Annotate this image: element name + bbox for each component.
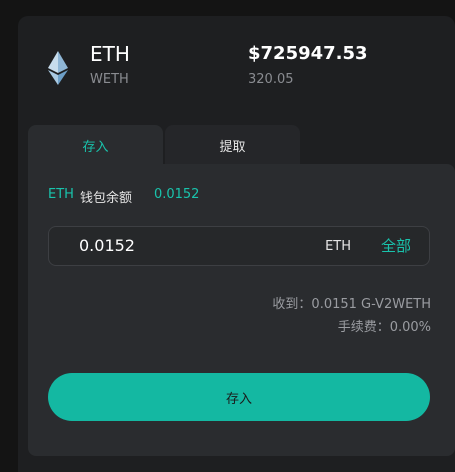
amount-value[interactable]: 0.0152 xyxy=(79,236,135,255)
balance-token: ETH xyxy=(48,187,74,202)
fee-info: 手续费：0.00% xyxy=(337,320,431,335)
token-subtitle: WETH xyxy=(90,72,129,87)
tab-deposit[interactable]: 存入 xyxy=(28,125,163,165)
token-price-sub: 320.05 xyxy=(248,72,294,87)
ethereum-icon xyxy=(48,51,68,85)
deposit-panel: ETH 钱包余额 0.0152 0.0152 ETH 全部 收到：0.0151 … xyxy=(28,164,455,456)
token-price: $725947.53 xyxy=(248,43,368,64)
balance-value: 0.0152 xyxy=(153,187,200,202)
wallet-balance-row: ETH 钱包余额 0.0152 xyxy=(48,187,199,206)
amount-unit: ETH xyxy=(325,239,351,254)
balance-label: 钱包余额 xyxy=(79,191,132,206)
deposit-card: ETH WETH $725947.53 320.05 存入 提取 ETH 钱包余… xyxy=(18,16,455,472)
tab-withdraw[interactable]: 提取 xyxy=(165,125,300,165)
deposit-button[interactable]: 存入 xyxy=(48,373,430,421)
max-button[interactable]: 全部 xyxy=(381,235,411,256)
amount-input[interactable]: 0.0152 ETH 全部 xyxy=(48,226,430,266)
tab-bar: 存入 提取 xyxy=(28,125,455,165)
receive-info: 收到：0.0151 G-V2WETH xyxy=(272,297,431,312)
token-symbol: ETH xyxy=(90,42,130,66)
